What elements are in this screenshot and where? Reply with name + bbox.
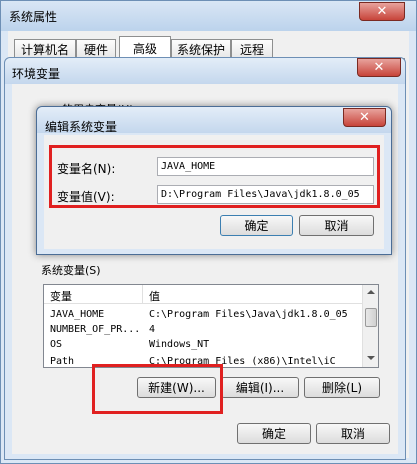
scrollbar-thumb[interactable] xyxy=(365,308,377,327)
row-variable: JAVA_HOME xyxy=(50,309,105,320)
system-properties-title: 系统属性 xyxy=(9,10,58,24)
column-header-variable[interactable]: 变量 xyxy=(50,288,72,304)
edit-dialog-cancel-button[interactable]: 取消 xyxy=(299,215,374,236)
table-row[interactable]: JAVA_HOME C:\Program Files\Java\jdk1.8.0… xyxy=(44,309,362,322)
row-value: Windows_NT xyxy=(149,339,210,350)
tab-advanced[interactable]: 高级 xyxy=(119,36,171,59)
row-variable: NUMBER_OF_PR... xyxy=(50,324,141,335)
table-header xyxy=(44,285,362,304)
row-value: C:\Program Files\Java\jdk1.8.0_05 xyxy=(149,309,348,320)
scroll-up-arrow-icon[interactable] xyxy=(367,290,375,294)
edit-dialog-ok-button[interactable]: 确定 xyxy=(220,215,293,236)
edit-variable-button[interactable]: 编辑(I)... xyxy=(221,377,299,398)
env-vars-title: 环境变量 xyxy=(12,67,61,81)
env-vars-titlebar[interactable] xyxy=(5,58,405,84)
edit-dialog-close-button[interactable]: ✕ xyxy=(343,108,386,127)
highlight-edit-fields-box xyxy=(49,145,380,208)
table-row[interactable]: NUMBER_OF_PR... 4 xyxy=(44,324,362,337)
tab-remote[interactable]: 远程 xyxy=(231,39,273,59)
tab-hardware[interactable]: 硬件 xyxy=(76,39,116,59)
env-vars-cancel-button[interactable]: 取消 xyxy=(316,423,390,444)
table-row[interactable]: OS Windows_NT xyxy=(44,339,362,352)
row-value: 4 xyxy=(149,324,156,335)
system-properties-close-button[interactable]: ✕ xyxy=(359,2,405,21)
column-header-value[interactable]: 值 xyxy=(149,288,160,304)
tab-computer-name[interactable]: 计算机名 xyxy=(14,39,76,59)
system-vars-table[interactable]: 变量 值 JAVA_HOME C:\Program Files\Java\jdk… xyxy=(43,284,379,368)
env-vars-ok-button[interactable]: 确定 xyxy=(237,423,311,444)
row-variable: OS xyxy=(50,339,63,350)
env-vars-close-button[interactable]: ✕ xyxy=(357,58,401,77)
header-divider xyxy=(142,285,143,304)
system-properties-titlebar[interactable] xyxy=(1,1,416,31)
scroll-down-arrow-icon[interactable] xyxy=(367,356,375,360)
edit-dialog-title: 编辑系统变量 xyxy=(45,120,118,134)
delete-variable-button[interactable]: 删除(L) xyxy=(304,377,380,398)
system-vars-group-label: 系统变量(S) xyxy=(41,264,101,277)
tab-system-protection[interactable]: 系统保护 xyxy=(171,39,231,59)
highlight-new-button-box xyxy=(92,364,223,414)
vertical-scrollbar[interactable] xyxy=(362,285,378,367)
